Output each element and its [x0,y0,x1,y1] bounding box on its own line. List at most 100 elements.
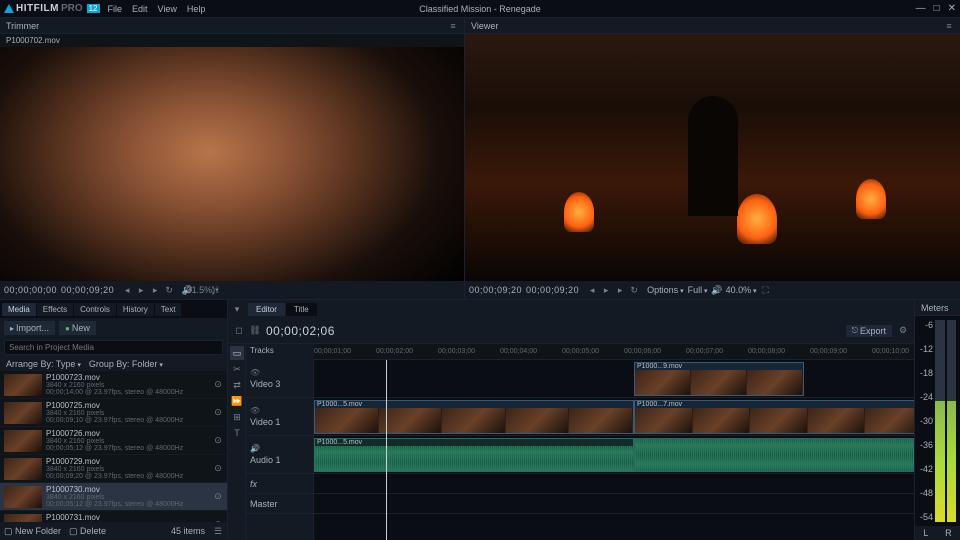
viewer-viewport[interactable] [465,34,960,281]
track-label-video3[interactable]: 👁Video 3 [246,360,313,398]
next-frame-icon[interactable]: ▸ [150,285,160,295]
maximize-icon[interactable]: □ [934,3,940,14]
menu-view[interactable]: View [158,4,177,14]
media-item[interactable]: P1000729.mov3840 x 2160 pixels00;00;09;2… [0,455,227,483]
loop-icon[interactable]: ↻ [164,285,174,295]
timeline-ruler[interactable]: 00;00;01;0000;00;02;0000;00;03;0000;00;0… [314,344,914,360]
link-icon[interactable]: ⛓ [250,326,260,336]
track-video1[interactable]: P1000...5.mov P1000...7.mov [314,398,914,436]
media-item[interactable]: P1000726.mov3840 x 2160 pixels00;00;05;1… [0,427,227,455]
media-item-menu-icon[interactable]: ⊙ [213,408,223,418]
tab-text[interactable]: Text [155,303,182,316]
media-item[interactable]: P1000731.mov3840 x 2160 pixels00;00;10;1… [0,511,227,522]
export-button[interactable]: ⎋ Export [846,325,892,337]
new-button[interactable]: ● New [59,321,96,335]
track-audio1[interactable]: P1000...5.mov [314,436,914,474]
clip-a1a[interactable]: P1000...5.mov [314,438,634,472]
media-item-res: 3840 x 2160 pixels [46,410,209,417]
tab-effects[interactable]: Effects [37,303,73,316]
slip-tool-icon[interactable]: ⇄ [230,378,244,392]
viewer-zoom[interactable]: 40.0% [726,285,757,295]
snap-icon[interactable]: ◻ [234,326,244,336]
viewer-tc-out[interactable]: 00;00;09;20 [526,285,579,295]
track-label-audio1[interactable]: 🔊Audio 1 [246,436,313,474]
arrange-dropdown[interactable]: Type [56,359,81,369]
media-item[interactable]: P1000723.mov3840 x 2160 pixels00;00;14;0… [0,371,227,399]
settings-icon[interactable]: ⚙ [898,326,908,336]
zoom-dropdown[interactable]: (31.5%) [196,285,206,295]
group-dropdown[interactable]: Folder [132,359,163,369]
tab-media[interactable]: Media [2,303,36,316]
loop-icon[interactable]: ↻ [629,285,639,295]
media-thumb [4,486,42,508]
close-icon[interactable]: ✕ [948,3,956,14]
text-tool-icon[interactable]: T [230,426,244,440]
tab-history[interactable]: History [117,303,154,316]
clip-v1a[interactable]: P1000...5.mov [314,400,634,434]
media-item-menu-icon[interactable]: ⊙ [213,436,223,446]
ruler-tick: 00;00;04;00 [500,348,537,355]
panel-menu-icon[interactable]: ≡ [944,21,954,31]
tab-controls[interactable]: Controls [74,303,116,316]
track-label-fx[interactable]: fx [246,474,313,494]
menu-file[interactable]: File [108,4,123,14]
media-footer: ▢ New Folder ▢ Delete 45 items ☰ [0,522,227,540]
minimize-icon[interactable]: — [916,3,926,14]
meter-scale-tick: -42 [919,464,933,474]
track-label-master[interactable]: Master [246,494,313,514]
viewer-quality[interactable]: Full [688,285,708,295]
rate-tool-icon[interactable]: ⏩ [230,394,244,408]
fullscreen-icon[interactable]: ⛶ [210,285,220,295]
arrange-label: Arrange By: [6,359,54,369]
trimmer-viewport[interactable] [0,47,464,281]
media-item-name: P1000723.mov [46,373,209,382]
trimmer-tc-in[interactable]: 00;00;00;00 [4,285,57,295]
editor-menu-icon[interactable]: ▾ [232,304,242,314]
meter-right [947,320,957,522]
delete-button[interactable]: ▢ Delete [69,526,106,537]
snap-tool-icon[interactable]: ⊞ [230,410,244,424]
media-thumb [4,458,42,480]
track-label-video1[interactable]: 👁Video 1 [246,398,313,436]
media-item[interactable]: P1000730.mov3840 x 2160 pixels00;00;05;1… [0,483,227,511]
new-folder-button[interactable]: ▢ New Folder [4,526,61,537]
tracks-content[interactable]: P1000...9.mov P1000...5.mov P1000...7.mo… [314,360,914,540]
list-view-icon[interactable]: ☰ [213,526,223,536]
media-item-menu-icon[interactable]: ⊙ [213,380,223,390]
menu-help[interactable]: Help [187,4,206,14]
fullscreen-icon[interactable]: ⛶ [761,285,771,295]
media-item-menu-icon[interactable]: ⊙ [213,492,223,502]
ruler-tick: 00;00;02;00 [376,348,413,355]
tab-editor[interactable]: Editor [248,303,285,316]
media-item-name: P1000729.mov [46,457,209,466]
clip-v1b[interactable]: P1000...7.mov [634,400,914,434]
track-master[interactable] [314,494,914,514]
media-item[interactable]: P1000725.mov3840 x 2160 pixels00;00;09;1… [0,399,227,427]
prev-frame-icon[interactable]: ◂ [122,285,132,295]
panel-menu-icon[interactable]: ≡ [448,21,458,31]
media-list[interactable]: P1000723.mov3840 x 2160 pixels00;00;14;0… [0,371,227,522]
play-icon[interactable]: ▸ [601,285,611,295]
menu-edit[interactable]: Edit [132,4,148,14]
import-button[interactable]: ▸ Import... [4,321,55,335]
media-toolbar: ▸ Import... ● New [0,318,227,338]
meter-scale-tick: -18 [919,368,933,378]
slice-tool-icon[interactable]: ✂ [230,362,244,376]
playhead[interactable] [386,360,387,540]
next-frame-icon[interactable]: ▸ [615,285,625,295]
viewer-tc-in[interactable]: 00;00;09;20 [469,285,522,295]
clip-a1b[interactable] [634,438,914,472]
track-video3[interactable]: P1000...9.mov [314,360,914,398]
media-search-input[interactable] [4,340,223,355]
select-tool-icon[interactable]: ▭ [230,346,244,360]
viewer-options[interactable]: Options [647,285,684,295]
track-fx[interactable] [314,474,914,494]
prev-frame-icon[interactable]: ◂ [587,285,597,295]
editor-timecode[interactable]: 00;00;02;06 [266,324,335,338]
clip-v3[interactable]: P1000...9.mov [634,362,804,396]
play-icon[interactable]: ▸ [136,285,146,295]
media-item-menu-icon[interactable]: ⊙ [213,464,223,474]
volume-icon[interactable]: 🔊 [712,285,722,295]
trimmer-tc-out[interactable]: 00;00;09;20 [61,285,114,295]
tab-title[interactable]: Title [286,303,317,316]
